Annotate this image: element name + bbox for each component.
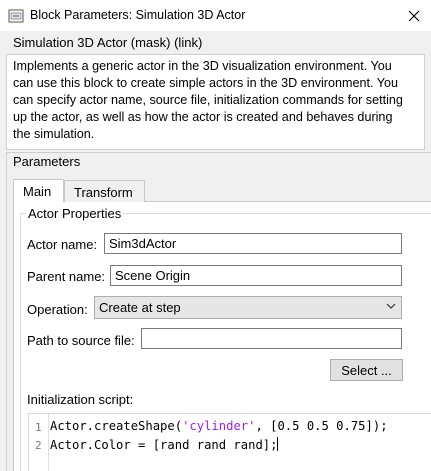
init-script-editor[interactable]: 1 2 Actor.createShape('cylinder', [0.5 0… bbox=[28, 413, 431, 471]
source-file-label: Path to source file: bbox=[27, 333, 135, 348]
parent-name-field[interactable]: Scene Origin bbox=[110, 265, 402, 286]
description-line: Implements a generic actor in the 3D vis… bbox=[13, 59, 392, 73]
description-line: can specify actor name, source file, ini… bbox=[13, 93, 403, 107]
text-cursor bbox=[277, 437, 279, 451]
code-text: Actor.createShape( bbox=[50, 419, 183, 433]
chevron-down-icon bbox=[386, 303, 396, 309]
description-line: the simulation. bbox=[13, 127, 95, 141]
actor-name-field[interactable]: Sim3dActor bbox=[104, 233, 402, 254]
select-file-button[interactable]: Select ... bbox=[330, 359, 403, 381]
operation-label: Operation: bbox=[27, 302, 88, 317]
title-bar: Block Parameters: Simulation 3D Actor bbox=[0, 0, 431, 32]
init-script-label: Initialization script: bbox=[27, 392, 134, 407]
tab-transform[interactable]: Transform bbox=[64, 180, 145, 202]
gutter-divider bbox=[48, 414, 49, 471]
window-title: Block Parameters: Simulation 3D Actor bbox=[30, 8, 246, 22]
code-text: , [0.5 0.5 0.75]); bbox=[255, 419, 388, 433]
line-number: 2 bbox=[35, 439, 42, 452]
code-line: Actor.createShape('cylinder', [0.5 0.5 0… bbox=[50, 419, 388, 433]
operation-dropdown[interactable]: Create at step bbox=[94, 296, 402, 319]
parameters-title: Parameters bbox=[13, 154, 81, 169]
operation-selected-value: Create at step bbox=[99, 300, 181, 315]
simulink-block-icon bbox=[8, 9, 24, 23]
actor-properties-title: Actor Properties bbox=[26, 206, 124, 221]
code-text: Actor.Color = [rand rand rand]; bbox=[50, 438, 278, 452]
close-icon bbox=[408, 10, 420, 21]
mask-header: Simulation 3D Actor (mask) (link) bbox=[13, 35, 203, 50]
code-line: Actor.Color = [rand rand rand]; bbox=[50, 437, 279, 452]
description-line: up the actor, as well as how the actor i… bbox=[13, 110, 393, 124]
close-button[interactable] bbox=[397, 0, 431, 31]
code-string: 'cylinder' bbox=[182, 419, 256, 433]
tab-main[interactable]: Main bbox=[13, 179, 64, 202]
parent-name-label: Parent name: bbox=[27, 269, 106, 284]
actor-name-label: Actor name: bbox=[27, 237, 98, 252]
source-file-field[interactable] bbox=[141, 328, 402, 349]
description-line: can use this block to create simple acto… bbox=[13, 76, 399, 90]
mask-description: Implements a generic actor in the 3D vis… bbox=[6, 54, 425, 150]
line-number: 1 bbox=[35, 421, 42, 434]
